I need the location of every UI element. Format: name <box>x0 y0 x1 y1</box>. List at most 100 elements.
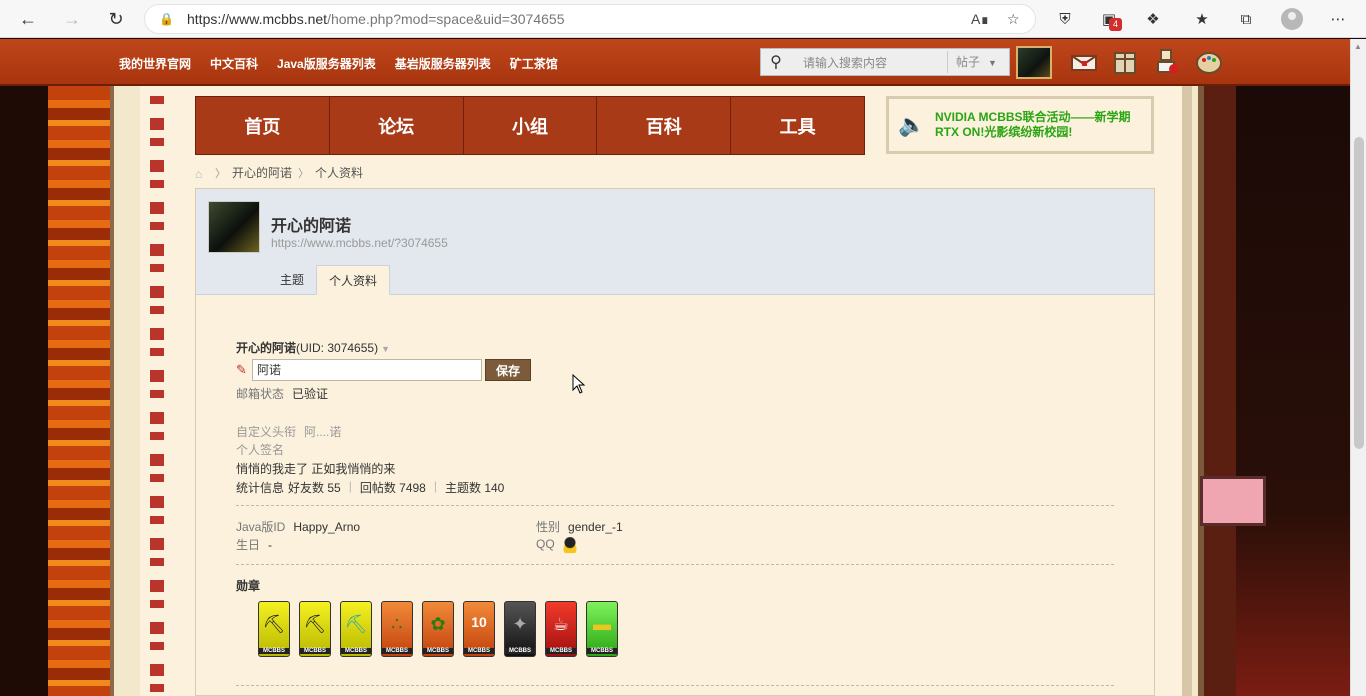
ore-icon: ✦ <box>512 614 528 634</box>
user-avatar-thumbnail[interactable] <box>1016 46 1052 79</box>
medal-ten-years-icon[interactable]: 10 MCBBS <box>463 601 495 657</box>
medal-iron-pickaxe-icon[interactable]: ⛏ MCBBS <box>299 601 331 657</box>
nav-forum[interactable]: 论坛 <box>330 97 464 154</box>
uid-username: 开心的阿诺 <box>236 341 297 355</box>
medals-title: 勋章 <box>236 579 261 593</box>
home-icon[interactable]: ⌂ <box>195 167 209 181</box>
birthday-row: 生日 - <box>236 536 272 553</box>
medal-ore-icon[interactable]: ✦ MCBBS <box>504 601 536 657</box>
browser-toolbar: ← → ↻ 🔒 https://www.mcbbs.net/home.php?m… <box>0 0 1366 38</box>
medal-diamond-pickaxe-icon[interactable]: ⛏ MCBBS <box>340 601 372 657</box>
caret-down-icon[interactable]: ▼ <box>381 344 390 354</box>
url-path: /home.php?mod=space&uid=3074655 <box>327 11 565 27</box>
breadcrumb-current: 个人资料 <box>315 166 364 180</box>
medal-caption: MCBBS <box>546 648 576 654</box>
nav-wiki[interactable]: 百科 <box>597 97 732 154</box>
java-id-label: Java版ID <box>236 520 286 534</box>
browser-profile-icon[interactable] <box>1281 8 1303 30</box>
page-frame-right <box>1182 86 1236 696</box>
palette-icon[interactable] <box>1194 47 1224 77</box>
gender-label: 性别 <box>536 520 561 534</box>
uid-line: 开心的阿诺(UID: 3074655) ▼ <box>236 339 390 356</box>
link-minecraft-official[interactable]: 我的世界官网 <box>119 55 191 72</box>
divider: | <box>348 479 352 493</box>
shield-extension-icon[interactable]: ⛨ <box>1054 8 1076 30</box>
profile-tabs: 主题 个人资料 <box>268 265 391 295</box>
medal-iron-pickaxe-icon[interactable]: ⛏ MCBBS <box>258 601 290 657</box>
nickname-input[interactable]: 阿诺 <box>252 359 482 381</box>
event-notice[interactable]: 🔈 NVIDIA MCBBS联合活动——新学期RTX ON!光影缤纷新校园! <box>886 96 1154 154</box>
link-java-server-list[interactable]: Java版服务器列表 <box>277 55 376 72</box>
profile-header: 开心的阿诺 https://www.mcbbs.net/?3074655 主题 … <box>196 189 1154 295</box>
page-border-decoration <box>150 96 164 696</box>
nickname-edit-row: ✎ 阿诺 保存 <box>236 359 531 381</box>
search-input[interactable]: 请输入搜索内容 <box>803 54 943 71</box>
search-icon[interactable]: ⚲ <box>761 52 791 72</box>
page-frame-left <box>110 86 140 696</box>
url-text[interactable]: https://www.mcbbs.net/home.php?mod=space… <box>187 11 564 27</box>
qq-row: QQ <box>536 537 577 553</box>
birthday-value: - <box>268 538 273 552</box>
lock-icon[interactable]: 🔒 <box>159 12 174 26</box>
page-scrollbar[interactable]: ▲ <box>1350 39 1366 696</box>
pickaxe-icon: ⛏ <box>303 614 327 634</box>
scroll-up-icon[interactable]: ▲ <box>1354 42 1362 51</box>
notifications-box-icon[interactable] <box>1110 47 1140 77</box>
medal-caption: MCBBS <box>259 648 289 654</box>
medal-java-icon[interactable]: ☕ MCBBS <box>545 601 577 657</box>
replies-count[interactable]: 回帖数 7498 <box>360 479 426 496</box>
tasks-icon[interactable] <box>1152 47 1182 77</box>
qq-penguin-icon[interactable] <box>562 537 577 553</box>
tab-topics[interactable]: 主题 <box>268 265 316 295</box>
topbar-links: 我的世界官网 中文百科 Java版服务器列表 基岩版服务器列表 矿工茶馆 <box>119 55 558 72</box>
scroll-thumb[interactable] <box>1354 137 1364 449</box>
link-chinese-wiki[interactable]: 中文百科 <box>210 55 258 72</box>
refresh-icon[interactable]: ↻ <box>103 7 129 31</box>
back-icon[interactable]: ← <box>15 7 41 31</box>
url-host: https://www.mcbbs.net <box>187 11 328 27</box>
read-aloud-icon[interactable]: A∎ <box>971 11 989 28</box>
profile-url[interactable]: https://www.mcbbs.net/?3074655 <box>271 236 448 250</box>
favorite-add-icon[interactable]: ☆ <box>1007 11 1020 28</box>
messages-icon[interactable] <box>1069 47 1099 77</box>
gender-row: 性别 gender_-1 <box>536 518 623 535</box>
breadcrumb-separator: 〉 <box>215 167 226 180</box>
address-bar[interactable]: 🔒 https://www.mcbbs.net/home.php?mod=spa… <box>144 4 1036 34</box>
medal-plant-icon[interactable]: ✿ MCBBS <box>422 601 454 657</box>
topics-count[interactable]: 主题数 140 <box>445 479 504 496</box>
medal-caption: MCBBS <box>341 648 371 654</box>
avatar[interactable] <box>208 201 260 253</box>
more-menu-icon[interactable]: ⋯ <box>1327 8 1349 30</box>
stats-label: 统计信息 <box>236 481 285 495</box>
notice-text[interactable]: NVIDIA MCBBS联合活动——新学期RTX ON!光影缤纷新校园! <box>935 110 1145 140</box>
forward-icon[interactable]: → <box>59 7 85 31</box>
medal-gold-ingot-icon[interactable]: ▬ MCBBS <box>586 601 618 657</box>
pickaxe-icon: ⛏ <box>344 614 368 634</box>
save-button[interactable]: 保存 <box>485 359 531 381</box>
mouse-cursor-icon <box>572 374 586 394</box>
collections-icon[interactable]: ⧉ <box>1235 8 1257 30</box>
signature-value: 悄悄的我走了 正如我悄悄的来 <box>236 462 396 476</box>
breadcrumb-user[interactable]: 开心的阿诺 <box>232 164 292 181</box>
custom-title-value: 阿....诺 <box>304 425 342 439</box>
plant-icon: ✿ <box>430 614 446 634</box>
coffee-icon: ☕ <box>552 614 570 634</box>
signature-value-row: 悄悄的我走了 正如我悄悄的来 <box>236 460 395 477</box>
gender-value: gender_-1 <box>568 520 623 534</box>
custom-title-label: 自定义头衔 <box>236 425 297 439</box>
puzzle-extensions-icon[interactable]: ❖ <box>1142 8 1164 30</box>
favorites-icon[interactable]: ★ <box>1191 8 1213 30</box>
medal-seeds-icon[interactable]: ∴ MCBBS <box>381 601 413 657</box>
pencil-icon: ✎ <box>236 362 247 377</box>
friends-count[interactable]: 好友数 55 <box>288 479 341 496</box>
profile-name: 开心的阿诺 <box>271 218 352 235</box>
background-dark-left <box>0 86 48 696</box>
link-bedrock-server-list[interactable]: 基岩版服务器列表 <box>395 55 491 72</box>
nav-groups[interactable]: 小组 <box>464 97 598 154</box>
nav-tools[interactable]: 工具 <box>731 97 864 154</box>
link-miners-teahouse[interactable]: 矿工茶馆 <box>510 55 558 72</box>
tab-profile[interactable]: 个人资料 <box>316 265 391 295</box>
nav-home[interactable]: 首页 <box>196 97 330 154</box>
search-scope-select[interactable]: 帖子 <box>947 51 1001 73</box>
site-topbar: 我的世界官网 中文百科 Java版服务器列表 基岩版服务器列表 矿工茶馆 ⚲ 请… <box>0 39 1350 86</box>
